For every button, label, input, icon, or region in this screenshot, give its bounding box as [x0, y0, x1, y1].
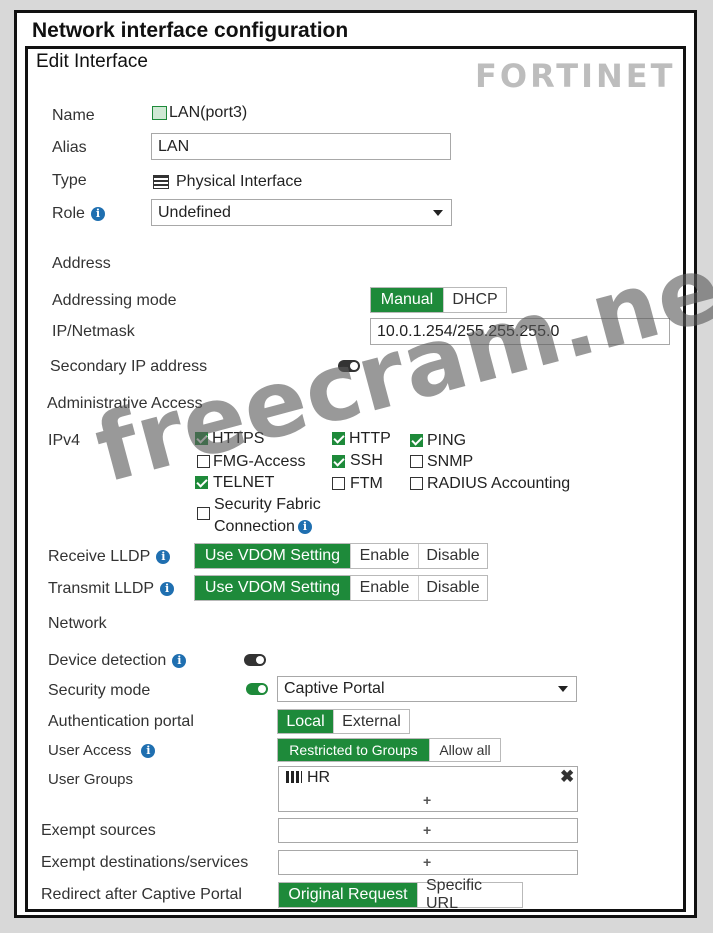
receive-use-vdom-option[interactable]: Use VDOM Setting	[195, 544, 350, 568]
snmp-label: SNMP	[427, 453, 474, 470]
user-group-hr: HR	[307, 769, 331, 786]
close-icon[interactable]: ✖	[560, 767, 574, 787]
name-label: Name	[52, 107, 95, 124]
role-select[interactable]: Undefined	[151, 199, 452, 226]
add-user-group-icon[interactable]: +	[423, 792, 431, 808]
specific-url-option[interactable]: Specific URL	[417, 877, 522, 912]
security-fabric-label-line1: Security Fabric	[214, 496, 321, 513]
receive-lldp-toggle: Use VDOM Setting Enable Disable	[194, 543, 488, 569]
local-option[interactable]: Local	[278, 710, 333, 733]
alias-input[interactable]: LAN	[151, 133, 451, 160]
security-mode-toggle[interactable]	[246, 683, 268, 695]
radius-accounting-label: RADIUS Accounting	[427, 475, 571, 492]
user-access-label: User Access i	[48, 742, 156, 759]
info-icon[interactable]: i	[90, 207, 105, 221]
security-mode-label: Security mode	[48, 682, 151, 699]
fortinet-logo: FORTINET	[475, 57, 676, 95]
add-exempt-destination-icon[interactable]: +	[423, 854, 431, 870]
panel-title: Edit Interface	[36, 51, 148, 72]
external-option[interactable]: External	[333, 710, 409, 733]
telnet-label: TELNET	[213, 474, 275, 491]
receive-lldp-label: Receive LLDP i	[48, 548, 171, 566]
security-fabric-label-line2: Connection i	[214, 518, 312, 536]
exempt-sources-label: Exempt sources	[41, 822, 156, 839]
port-icon	[152, 106, 167, 120]
address-section-title: Address	[52, 255, 111, 272]
transmit-disable-option[interactable]: Disable	[418, 576, 487, 600]
receive-enable-option[interactable]: Enable	[350, 544, 418, 568]
ping-checkbox[interactable]	[410, 434, 423, 447]
security-fabric-checkbox[interactable]	[197, 507, 210, 520]
add-exempt-source-icon[interactable]: +	[423, 822, 431, 838]
original-request-option[interactable]: Original Request	[279, 883, 417, 907]
ssh-label: SSH	[350, 452, 383, 469]
physical-interface-icon	[153, 175, 169, 189]
addressing-mode-label: Addressing mode	[52, 292, 177, 309]
info-icon[interactable]: i	[141, 744, 156, 758]
user-groups-label: User Groups	[48, 771, 134, 788]
device-detection-label: Device detection i	[48, 652, 187, 670]
ftm-label: FTM	[350, 475, 383, 492]
ipv4-label: IPv4	[48, 432, 81, 449]
info-icon[interactable]: i	[297, 520, 312, 534]
snmp-checkbox[interactable]	[410, 455, 423, 468]
auth-portal-toggle: Local External	[277, 709, 410, 734]
ftm-checkbox[interactable]	[332, 477, 345, 490]
network-section-title: Network	[48, 615, 107, 632]
chevron-down-icon	[433, 209, 443, 216]
type-label: Type	[52, 172, 87, 189]
ping-label: PING	[427, 432, 467, 449]
page-title: Network interface configuration	[32, 19, 349, 42]
info-icon[interactable]: i	[160, 582, 175, 596]
role-label: Role i	[52, 205, 105, 223]
receive-disable-option[interactable]: Disable	[418, 544, 487, 568]
type-value: Physical Interface	[176, 173, 303, 190]
ip-netmask-label: IP/Netmask	[52, 323, 135, 340]
transmit-lldp-toggle: Use VDOM Setting Enable Disable	[194, 575, 488, 601]
transmit-enable-option[interactable]: Enable	[350, 576, 418, 600]
security-mode-select[interactable]: Captive Portal	[277, 676, 577, 702]
user-access-toggle: Restricted to Groups Allow all	[277, 738, 501, 762]
auth-portal-label: Authentication portal	[48, 713, 194, 730]
restricted-to-groups-option[interactable]: Restricted to Groups	[278, 739, 429, 761]
radius-accounting-checkbox[interactable]	[410, 477, 423, 490]
device-detection-toggle[interactable]	[244, 654, 266, 666]
info-icon[interactable]: i	[172, 654, 187, 668]
info-icon[interactable]: i	[156, 550, 171, 564]
redirect-label: Redirect after Captive Portal	[41, 886, 242, 903]
alias-label: Alias	[52, 139, 87, 156]
ssh-checkbox[interactable]	[332, 455, 345, 468]
name-value: LAN(port3)	[169, 104, 248, 121]
transmit-lldp-label: Transmit LLDP i	[48, 580, 175, 598]
group-icon	[286, 771, 302, 783]
transmit-use-vdom-option[interactable]: Use VDOM Setting	[195, 576, 350, 600]
redirect-toggle: Original Request Specific URL	[278, 877, 523, 912]
chevron-down-icon	[558, 686, 568, 692]
allow-all-option[interactable]: Allow all	[429, 739, 500, 761]
exempt-destinations-label: Exempt destinations/services	[41, 854, 249, 871]
